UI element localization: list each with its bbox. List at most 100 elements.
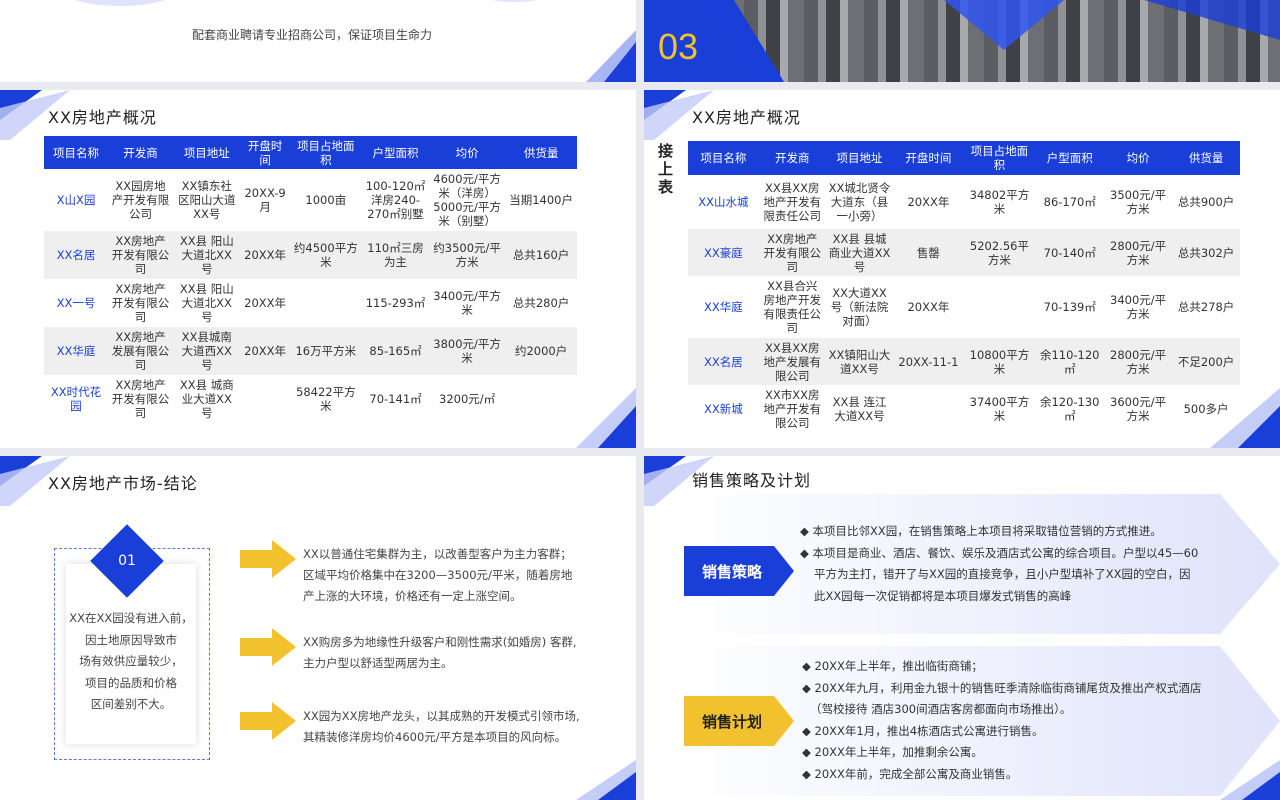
table-cell: XX县XX房地产开发有限责任公司 — [763, 181, 821, 223]
table-row: XX一号 XX房地产开发有限公司 XX县 阳山大道北XX号 20XX年 115-293㎡… — [44, 279, 577, 327]
table-cell: XX房地产开发有限公司 — [111, 282, 170, 324]
section-number: 03 — [658, 26, 699, 67]
table-cell: 20XX年 — [240, 231, 290, 279]
slide-2: 03 — [644, 0, 1280, 82]
table-cell: 115-293㎡ — [365, 296, 426, 310]
table-row: XX时代花园 XX房地产开发有限公司 XX县 城商业大道XX号 58422平方米 70-… — [44, 375, 577, 423]
table-cell: XX房地产发展有限公司 — [108, 327, 173, 375]
table-cell: XX市XX房地产开发有限公司 — [763, 387, 821, 430]
table-cell: 20XX-11-1 — [893, 338, 964, 385]
column-header: 项目占地面积 — [963, 141, 1036, 175]
table-cell: 售罄 — [893, 229, 964, 276]
plan-line: ◆ 20XX年上半年，加推剩余公寓。 — [802, 745, 983, 759]
slide-4: XX房地产概况 接上表 项目名称 开发商 项目地址 开盘时间 项目占地面积 户型面积 均价供… — [644, 90, 1280, 448]
column-header: 项目地址 — [173, 136, 241, 169]
property-table-continued: 项目名称 开发商 项目地址 开盘时间 项目占地面积 户型面积 均价 供货量 XX山水城 XX县XX… — [688, 141, 1240, 432]
table-cell: XX县 县城商业大道XX号 — [825, 229, 894, 276]
table-header-row: 项目名称 开发商 项目地址 开盘时间 项目占地面积 户型面积 均价 供货量 — [44, 136, 577, 169]
point-line: 区域平均价格集中在3200—3500元/平米，随着房地 — [303, 568, 573, 582]
table-cell — [894, 385, 964, 432]
top-arc-decoration-2 — [470, 0, 560, 2]
table-cell: 70-140㎡ — [1035, 229, 1104, 276]
table-cell: XX镇东社区阳山大道XX号 — [178, 179, 236, 221]
column-header: 开发商 — [108, 136, 173, 169]
card-line: 场有效供应量较少， — [79, 654, 183, 668]
point-line: XX购房多为地缘性升级客户和刚性需求(如婚房) 客群, — [303, 635, 577, 649]
strategy-line: 此XX园每一次促销都将是本项目爆发式销售的高峰 — [814, 588, 1072, 603]
column-header: 均价 — [428, 136, 506, 169]
slide-title: XX房地产概况 — [692, 108, 801, 127]
slide-title: XX房地产市场-结论 — [48, 474, 198, 493]
table-row: XX山水城 XX县XX房地产开发有限责任公司 XX城北贤令大道东（县一小旁） 20XX… — [688, 175, 1240, 229]
column-header: 项目名称 — [44, 136, 109, 169]
corner-triangle-decoration — [586, 30, 636, 82]
table-cell: 3600元/平方米 — [1110, 394, 1167, 423]
column-header: 供货量 — [505, 136, 577, 169]
table-cell: 20XX年 — [244, 296, 287, 310]
corner-triangle-decoration — [1210, 388, 1280, 448]
table-cell: 当期1400户 — [509, 193, 573, 207]
table-cell: 10800平方米 — [963, 338, 1036, 385]
table-cell: 16万平方米 — [289, 327, 363, 375]
corner-triangle-decoration — [576, 388, 636, 448]
project-name-cell: XX新城 — [704, 401, 743, 416]
table-cell: 不足200户 — [1172, 338, 1240, 385]
table-cell: 总共280户 — [512, 296, 570, 310]
table-row: XX名居 XX房地产开发有限公司 XX县 阳山大道北XX号 20XX年 约4500平方米… — [44, 231, 577, 279]
strategy-line: 平方为主打，错开了与XX园的直接竞争，且小户型填补了XX园的空白，因 — [814, 567, 1191, 581]
table-cell: 3400元/平方米 — [1110, 293, 1167, 321]
table-row: XX新城 XX市XX房地产开发有限公司 XX县 连江大道XX号 37400平方米 余12… — [688, 385, 1240, 432]
point-line: 主力户型以舒适型两居为主。 — [303, 656, 453, 670]
table-cell: 3400元/平方米 — [433, 289, 501, 317]
table-cell: XX县 连江大道XX号 — [832, 394, 887, 423]
point-line: 其精装修洋房均价4600元/平方是本项目的风向标。 — [303, 730, 567, 744]
table-header-row: 项目名称 开发商 项目地址 开盘时间 项目占地面积 户型面积 均价 供货量 — [688, 141, 1240, 175]
table-cell: 70-141㎡ — [369, 392, 422, 406]
table-cell: 总共302户 — [1172, 229, 1240, 276]
slide-title: 销售策略及计划 — [692, 471, 812, 490]
table-cell: 3500元/平方米 — [1110, 188, 1167, 216]
point-line: XX以普通住宅集群为主，以改善型客户为主力客群； — [303, 547, 572, 561]
table-row: X山X园 XX园房地产开发有限公司 XX镇东社区阳山大道XX号 20XX-9月 1000… — [44, 169, 577, 231]
column-header: 项目名称 — [688, 141, 759, 175]
property-table: 项目名称 开发商 项目地址 开盘时间 项目占地面积 户型面积 均价 供货量 X山X园 XX园房地产… — [44, 136, 577, 423]
table-cell: 余110-120㎡ — [1035, 338, 1104, 385]
project-name-cell: XX豪庭 — [688, 229, 759, 276]
card-line: 因土地原因导致市 — [85, 632, 177, 647]
project-name-cell: XX名居 — [44, 231, 109, 279]
slide-3: XX房地产概况 项目名称 开发商 项目地址 开盘时间 项目占地面积 户型面积 均价 供货量 X山… — [0, 90, 636, 448]
table-cell: 约2000户 — [505, 327, 577, 375]
slide-6: 销售策略及计划 销售策略 销售计划 ◆ 本项目比邻XX园，在销售策略上本项目将采… — [644, 456, 1280, 800]
project-name-cell: XX华庭 — [704, 300, 743, 314]
table-cell — [290, 279, 363, 327]
project-name-cell: XX华庭 — [44, 327, 109, 375]
strategy-line: ◆ 本项目比邻XX园，在销售策略上本项目将采取错位营销的方式推进。 — [800, 524, 1162, 538]
slide-1: 配套商业聘请专业招商公司，保证项目生命力 — [0, 0, 636, 82]
table-cell: 3800元/平方米 — [428, 327, 506, 375]
project-name-cell: X山X园 — [56, 193, 96, 207]
slogan-text: 配套商业聘请专业招商公司，保证项目生命力 — [192, 28, 433, 42]
table-cell: 总共160户 — [505, 231, 577, 279]
table-cell: XX镇阳山大道XX号 — [825, 338, 894, 385]
table-cell: XX房地产开发有限公司 — [758, 229, 826, 276]
table-cell: 70-139㎡ — [1043, 300, 1096, 314]
table-cell: 约3500元/平方米 — [428, 231, 506, 279]
table-cell — [505, 375, 577, 423]
table-cell: XX县XX房地产发展有限公司 — [758, 338, 826, 385]
arrow-icon — [240, 702, 296, 740]
strategy-text: ◆ 本项目比邻XX园，在销售策略上本项目将采取错位营销的方式推进。 ◆ 本项目是… — [800, 521, 1220, 607]
table-row: XX华庭 XX房地产发展有限公司 XX县城南大道西XX号 20XX年 16万平方米 85-… — [44, 327, 577, 375]
column-header: 供货量 — [1172, 141, 1240, 175]
table-row: XX豪庭 XX房地产开发有限公司 XX县 县城商业大道XX号 售罄 5202.56平方米… — [688, 229, 1240, 276]
side-label: 接上表 — [658, 142, 674, 196]
column-header: 户型面积 — [362, 136, 429, 169]
corner-triangle-decoration — [1220, 760, 1280, 800]
point-line: XX园为XX房地产龙头，以其成熟的开发模式引领市场, — [303, 709, 580, 723]
table-cell: 余120-130㎡ — [1039, 394, 1100, 423]
table-cell: XX县合兴房地产开发有限责任公司 — [763, 279, 821, 335]
arrow-icon — [240, 540, 296, 578]
column-header: 均价 — [1103, 141, 1173, 175]
column-header: 开盘时间 — [893, 141, 964, 175]
card-line: 区间差别不大。 — [90, 697, 172, 711]
plan-text: ◆ 20XX年上半年，推出临街商铺； ◆ 20XX年九月，利用金九银十的销售旺季… — [802, 656, 1252, 785]
